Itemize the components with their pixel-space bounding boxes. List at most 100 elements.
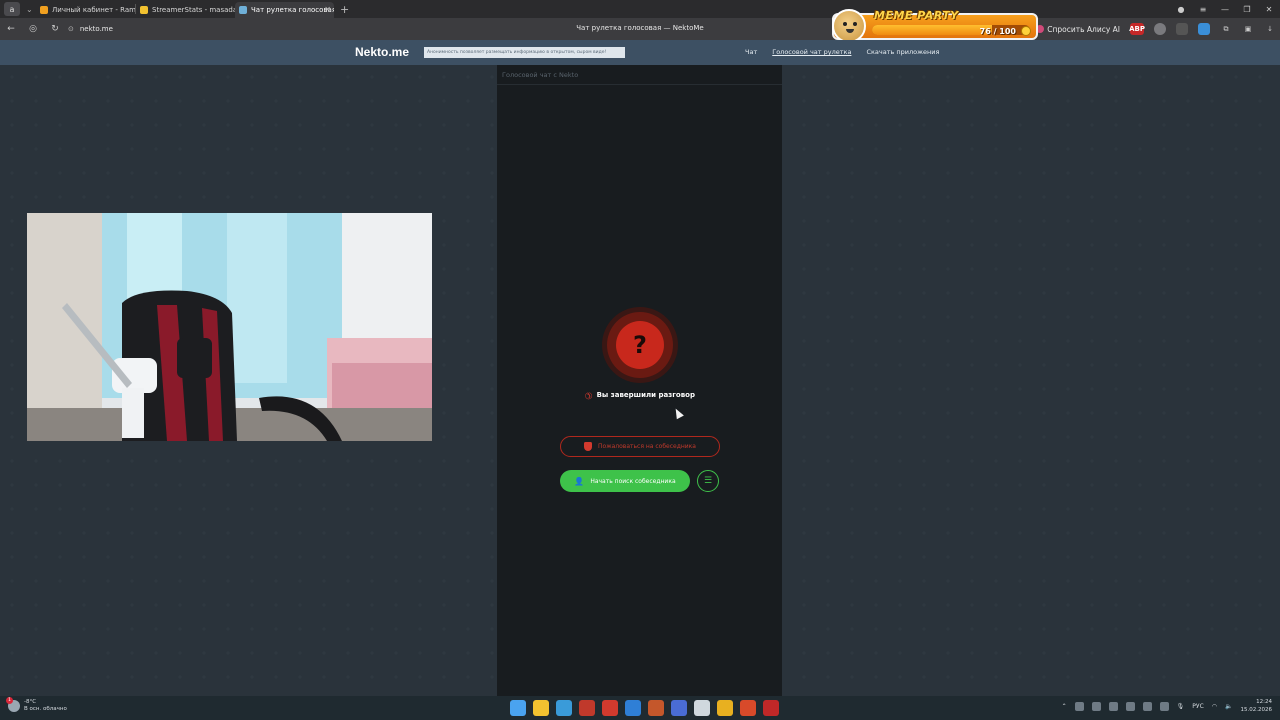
alice-label: Спросить Алису AI [1047, 24, 1120, 34]
alice-button[interactable]: Спросить Алису AI [1036, 25, 1120, 34]
question-mark-icon: ? [616, 321, 664, 369]
clock[interactable]: 12:24 15.02.2026 [1241, 698, 1273, 714]
volume-icon[interactable]: 🔈 [1225, 703, 1232, 710]
back-arrow-icon[interactable]: ← [0, 24, 22, 34]
hang-up-phone-icon: ✆ [581, 388, 594, 402]
language-indicator[interactable]: РУС [1192, 703, 1203, 710]
microphone-icon[interactable]: 🎙 [1177, 703, 1185, 710]
browser-tab-strip: a ⌄ Личный кабинет - Ramp StreamerStats … [0, 0, 1280, 18]
tab-label: Чат рулетка голосовая [251, 6, 334, 14]
close-tab-icon[interactable]: ✕ [324, 5, 331, 14]
tab-favicon-icon [239, 6, 247, 14]
report-button[interactable]: Пожаловаться на собеседника [560, 436, 720, 457]
site-notice: Анонимность позволяет размещать информац… [424, 47, 625, 58]
notification-badge: 1 [6, 697, 13, 704]
adblock-icon[interactable]: ABP [1129, 23, 1145, 35]
reload-icon[interactable]: ↻ [44, 24, 66, 34]
nav-chat[interactable]: Чат [745, 48, 757, 56]
shield-icon [584, 442, 593, 451]
voice-chat-panel: Голосовой чат с Nekto ? ✆ Вы завершили р… [497, 65, 782, 696]
taskbar-app-icon[interactable] [717, 700, 733, 716]
clock-time: 12:24 [1256, 699, 1272, 705]
taskbar-app-icon[interactable] [579, 700, 595, 716]
tab-favicon-icon [40, 6, 48, 14]
os-taskbar: 1 -8°C В осн. облачно ⌃ 🎙 РУС ◠ 🔈 12:24 … [0, 696, 1280, 720]
panel-title: Голосовой чат с Nekto [502, 71, 579, 79]
extension-b-icon[interactable] [1176, 23, 1188, 35]
coin-icon [1021, 26, 1031, 36]
workspace-button[interactable]: a [4, 2, 20, 16]
taskbar-app-icon[interactable] [740, 700, 756, 716]
toolbar-extensions: Спросить Алису AI ABP ⧉ ▣ ↓ [1036, 18, 1276, 40]
status-ring: ? [607, 312, 673, 378]
extensions-puzzle-icon[interactable]: ⧉ [1220, 23, 1232, 35]
call-ended-message: ✆ Вы завершили разговор [497, 388, 782, 402]
weather-temp: -8°C [24, 699, 37, 705]
nav-voice-roulette[interactable]: Голосовой чат рулетка [772, 48, 851, 56]
tray-app-icon[interactable] [1108, 701, 1118, 711]
sliders-icon: ☰ [703, 476, 713, 486]
tray-app-icon[interactable] [1091, 701, 1101, 711]
download-icon[interactable]: ↓ [1264, 23, 1276, 35]
tab-label: StreamerStats - masadaz [152, 6, 235, 14]
taskbar-app-icon[interactable] [648, 700, 664, 716]
tab-manager-icon[interactable]: ▣ [1242, 23, 1254, 35]
tray-app-icon[interactable] [1142, 701, 1152, 711]
clock-date: 15.02.2026 [1240, 707, 1273, 713]
browser-tab[interactable]: StreamerStats - masadaz [136, 2, 235, 18]
meme-progress-fill [872, 25, 993, 35]
doge-avatar-icon [832, 9, 866, 43]
webcam-overlay [27, 213, 432, 441]
profile-icon[interactable]: ● [1170, 5, 1192, 14]
taskbar-app-icon[interactable] [602, 700, 618, 716]
panel-divider [497, 84, 782, 85]
taskbar-apps [510, 700, 779, 716]
tray-app-icon[interactable] [1074, 701, 1084, 711]
url-field[interactable]: ⊙ nekto.me [68, 25, 113, 33]
start-search-label: Начать поиск собеседника [590, 477, 676, 485]
new-tab-button[interactable]: + [340, 3, 349, 16]
status-badge: ? [602, 307, 678, 383]
taskbar-app-icon[interactable] [625, 700, 641, 716]
tray-app-icon[interactable] [1125, 701, 1135, 711]
history-icon[interactable]: ◎ [22, 24, 44, 34]
close-window-icon[interactable]: ✕ [1258, 5, 1280, 14]
menu-icon[interactable]: ≡ [1192, 5, 1214, 14]
tray-chevron-icon[interactable]: ⌃ [1062, 703, 1067, 710]
weather-icon: 1 [6, 697, 20, 712]
taskbar-app-icon[interactable] [671, 700, 687, 716]
meme-party-widget: MEME PARTY 76 / 100 [832, 9, 1038, 43]
call-ended-text: Вы завершили разговор [596, 391, 695, 399]
weather-desc: В осн. облачно [24, 706, 67, 712]
browser-tab-active[interactable]: Чат рулетка голосовая ✕ [235, 2, 334, 18]
minimize-icon[interactable]: — [1214, 5, 1236, 14]
meme-party-title: MEME PARTY [874, 9, 959, 22]
meme-counter: 76 / 100 [979, 27, 1016, 36]
chevron-down-icon[interactable]: ⌄ [26, 5, 36, 14]
wifi-icon[interactable]: ◠ [1212, 703, 1217, 710]
filter-settings-button[interactable]: ☰ [697, 470, 719, 492]
site-nav: Чат Голосовой чат рулетка Скачать прилож… [745, 48, 939, 56]
tray-app-icon[interactable] [1159, 701, 1169, 711]
taskbar-app-icon[interactable] [694, 700, 710, 716]
taskbar-app-icon[interactable] [533, 700, 549, 716]
browser-tab[interactable]: Личный кабинет - Ramp [36, 2, 135, 18]
taskbar-app-icon[interactable] [763, 700, 779, 716]
url-text: nekto.me [79, 25, 113, 33]
tab-favicon-icon [140, 6, 148, 14]
weather-widget[interactable]: 1 -8°C В осн. облачно [6, 697, 67, 713]
report-button-label: Пожаловаться на собеседника [598, 443, 696, 450]
system-tray: ⌃ 🎙 РУС ◠ 🔈 12:24 15.02.2026 [1062, 698, 1272, 714]
taskbar-app-icon[interactable] [510, 700, 526, 716]
site-info-icon[interactable]: ⊙ [68, 25, 74, 33]
tab-label: Личный кабинет - Ramp [52, 6, 135, 14]
restore-icon[interactable]: ❐ [1236, 5, 1258, 14]
start-search-button[interactable]: 👤 Начать поиск собеседника [560, 470, 690, 492]
nav-download-apps[interactable]: Скачать приложения [866, 48, 939, 56]
extension-sky-icon[interactable] [1198, 23, 1210, 35]
site-logo[interactable]: Nekto.me [355, 45, 409, 59]
extension-globe-icon[interactable] [1154, 23, 1166, 35]
site-header: Nekto.me Анонимность позволяет размещать… [0, 40, 1280, 65]
webcam-image [27, 213, 432, 441]
taskbar-app-icon[interactable] [556, 700, 572, 716]
